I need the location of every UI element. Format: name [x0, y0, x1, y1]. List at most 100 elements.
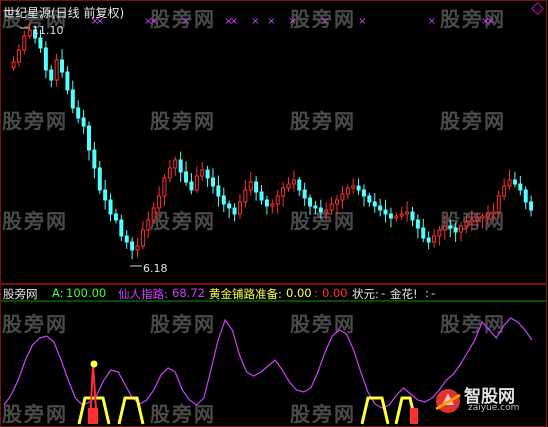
- xianren-label: 仙人指路:: [118, 287, 168, 301]
- candle-body: [237, 201, 242, 215]
- candle-body: [27, 29, 32, 37]
- top-marker: ×: [321, 16, 329, 27]
- indicator-name: 股旁网: [3, 287, 38, 301]
- high-price-label: 11.10: [32, 24, 64, 37]
- candle-body: [54, 59, 59, 81]
- candle-body: [329, 203, 334, 211]
- status-value: -: [381, 286, 386, 300]
- jinhua-colon: :: [425, 286, 429, 300]
- candle-body: [60, 59, 65, 73]
- candle-body: [512, 179, 517, 185]
- candle-body: [113, 213, 118, 221]
- candle-body: [124, 235, 129, 243]
- candle-body: [97, 167, 102, 191]
- huangjin-value: 0.00: [286, 286, 312, 300]
- candle-body: [243, 189, 248, 203]
- candle-body: [529, 201, 534, 211]
- candle-body: [464, 221, 469, 227]
- candle-body: [345, 187, 350, 195]
- candle-body: [189, 181, 194, 191]
- candle-body: [426, 237, 431, 243]
- candle-body: [227, 203, 232, 209]
- low-price-label: 6.18: [143, 262, 168, 275]
- candle-body: [275, 195, 280, 205]
- top-marker: ×: [251, 16, 259, 27]
- candle-body: [130, 241, 135, 251]
- top-marker: ×: [289, 16, 297, 27]
- signal-bar: [88, 408, 98, 424]
- candle-body: [308, 197, 313, 207]
- signal-trapezoid: [117, 396, 145, 425]
- candle-body: [367, 195, 372, 203]
- chart-title: 世纪星源(日线 前复权): [3, 6, 125, 20]
- candle-body: [205, 169, 210, 179]
- signal-trapezoid: [360, 396, 390, 425]
- candle-body: [378, 205, 383, 211]
- candle-body: [11, 61, 16, 69]
- chart-window: 股旁网 股旁网 股旁网 股旁网 股旁网 股旁网 股旁网 股旁网 股旁网 股旁网 …: [0, 0, 548, 427]
- candle-body: [437, 229, 442, 237]
- candle-body: [507, 179, 512, 187]
- a-value: 100.00: [66, 286, 107, 300]
- candle-body: [140, 229, 145, 247]
- candle-body: [335, 199, 340, 205]
- top-marker: ×: [267, 16, 275, 27]
- candle-body: [324, 209, 329, 213]
- candle-body: [351, 185, 356, 189]
- candle-body: [340, 193, 345, 201]
- candle-body: [291, 179, 296, 185]
- candle-body: [108, 199, 113, 215]
- candle-body: [221, 195, 226, 205]
- candle-body: [432, 235, 437, 243]
- candle-body: [383, 209, 388, 215]
- candle-body: [318, 207, 323, 213]
- candle-body: [302, 189, 307, 199]
- candle-body: [200, 169, 205, 177]
- candle-body: [167, 167, 172, 179]
- candle-body: [22, 35, 27, 51]
- candle-body: [49, 69, 54, 81]
- candle-body: [178, 159, 183, 173]
- candle-body: [480, 215, 485, 219]
- jinhua-label: 金花!: [390, 287, 418, 301]
- candle-body: [162, 177, 167, 197]
- candle-body: [394, 215, 399, 219]
- top-marker: ×: [487, 16, 495, 27]
- huangjin-label: 黄金铺路准备:: [209, 287, 282, 301]
- candle-body: [442, 225, 447, 231]
- candle-body: [356, 185, 361, 191]
- candle-body: [518, 183, 523, 191]
- candle-body: [119, 219, 124, 237]
- extra-value: 0.00: [322, 286, 348, 300]
- candle-body: [281, 187, 286, 197]
- candle-body: [453, 227, 458, 233]
- candle-body: [248, 181, 253, 191]
- candle-body: [254, 181, 259, 193]
- top-marker: ×: [230, 16, 238, 27]
- candle-body: [92, 149, 97, 169]
- candle-body: [173, 159, 178, 169]
- candle-body: [485, 213, 490, 217]
- candle-body: [65, 71, 70, 91]
- candle-body: [259, 191, 264, 201]
- candlestick-chart: ×× ×× × ×× × × × × × × ××: [1, 16, 546, 425]
- candle-body: [361, 189, 366, 197]
- candle-body: [184, 171, 189, 183]
- top-marker: ×: [149, 16, 157, 27]
- candle-body: [70, 89, 75, 109]
- candle-body: [270, 203, 275, 207]
- candle-body: [502, 185, 507, 197]
- candle-body: [410, 211, 415, 221]
- candle-body: [157, 195, 162, 209]
- candle-body: [194, 175, 199, 191]
- status-label: 状元:: [352, 287, 379, 301]
- candle-body: [146, 219, 151, 231]
- candle-body: [388, 213, 393, 219]
- candle-body: [297, 179, 302, 191]
- top-marker: ×: [182, 16, 190, 27]
- candle-body: [264, 199, 269, 207]
- xianren-value: 68.72: [172, 286, 205, 300]
- candle-body: [81, 117, 86, 127]
- candle-body: [415, 219, 420, 229]
- candle-body: [43, 47, 48, 71]
